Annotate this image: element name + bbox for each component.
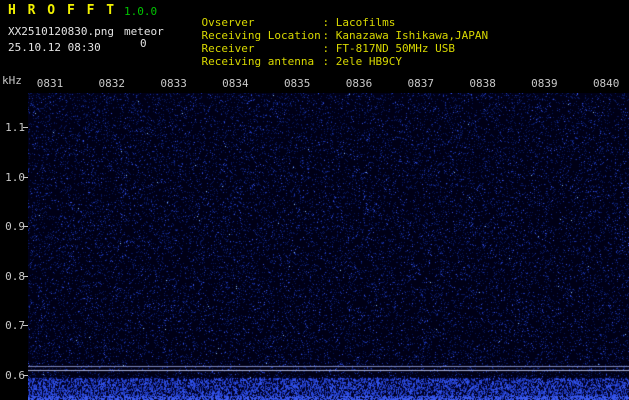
timestamp: 25.10.12 08:30 — [8, 41, 101, 54]
hrofft-screen: H R O F F T 1.0.0 XX2510120830.png meteo… — [0, 0, 629, 400]
filename: XX2510120830.png — [8, 25, 114, 38]
x-tick-label: 0832 — [96, 77, 128, 90]
x-tick-label: 0836 — [343, 77, 375, 90]
x-tick-label: 0833 — [158, 77, 190, 90]
x-tick-label: 0837 — [405, 77, 437, 90]
info-value: 2ele HB9CY — [336, 55, 402, 68]
y-tick-label: 1.1 — [4, 121, 25, 134]
y-tick-label: 0.7 — [4, 319, 25, 332]
y-tick-label: 0.6 — [4, 369, 25, 382]
meteor-count: 0 — [140, 37, 147, 50]
y-axis-unit-label: kHz — [2, 74, 22, 87]
app-version: 1.0.0 — [124, 5, 157, 18]
x-tick-label: 0840 — [590, 77, 622, 90]
y-tick-label: 0.8 — [4, 270, 25, 283]
info-sep: : — [323, 55, 336, 68]
x-tick-label: 0835 — [281, 77, 313, 90]
x-tick-label: 0839 — [528, 77, 560, 90]
y-tick-label: 0.9 — [4, 220, 25, 233]
info-label: Receiving antenna — [202, 55, 323, 68]
x-tick-label: 0831 — [34, 77, 66, 90]
x-tick-label: 0834 — [219, 77, 251, 90]
y-tick-label: 1.0 — [4, 171, 25, 184]
x-tick-label: 0838 — [467, 77, 499, 90]
app-title: H R O F F T — [8, 3, 116, 18]
spectrogram-canvas — [28, 93, 629, 400]
info-row: Receiving antenna: 2ele HB9CY — [175, 42, 402, 81]
